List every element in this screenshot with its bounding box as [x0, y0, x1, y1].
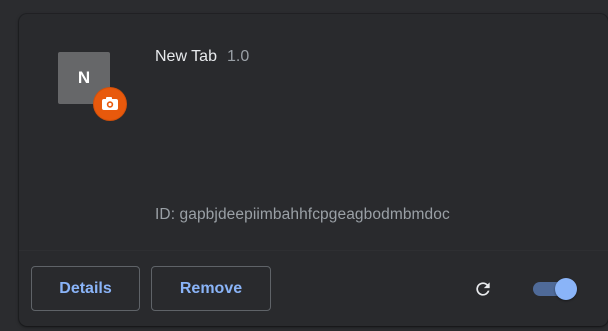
extension-version: 1.0	[226, 48, 250, 65]
reload-glyph	[476, 282, 490, 296]
details-button[interactable]: Details	[31, 266, 140, 311]
remove-button[interactable]: Remove	[151, 266, 271, 311]
extension-card: N New Tab 1.0 ID: gapbjdeepiimbahhfcpgea…	[19, 14, 608, 326]
card-divider	[19, 250, 608, 251]
enable-toggle[interactable]	[531, 278, 579, 300]
extension-icon-letter: N	[77, 68, 91, 87]
extension-name: New Tab	[155, 48, 217, 65]
extension-id: ID: gapbjdeepiimbahhfcpgeagbodmbmdoc	[155, 206, 450, 223]
extensions-page: N New Tab 1.0 ID: gapbjdeepiimbahhfcpgea…	[0, 0, 608, 331]
toggle-knob	[555, 278, 577, 300]
camera-glyph	[102, 97, 118, 110]
extension-icon-group: N	[58, 52, 128, 122]
extension-title-row: New Tab 1.0	[155, 48, 249, 66]
reload-icon[interactable]	[472, 278, 494, 300]
camera-badge-icon	[94, 88, 126, 120]
